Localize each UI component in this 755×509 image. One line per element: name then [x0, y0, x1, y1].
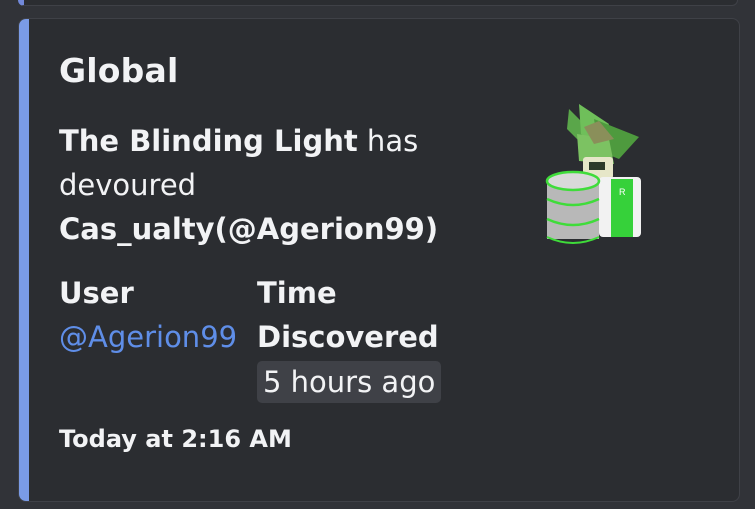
svg-text:R: R — [619, 187, 626, 197]
embed-footer-timestamp: Today at 2:16 AM — [59, 425, 292, 453]
desc-has: has — [357, 124, 419, 158]
field-time-name: Time — [257, 276, 337, 310]
embed-description: The Blinding Light has devoured Cas_ualt… — [59, 119, 479, 251]
embed-card: Global The Blinding Light has devoured C… — [18, 18, 740, 502]
relative-timestamp[interactable]: 5 hours ago — [257, 361, 442, 403]
avatar-icon[interactable]: R — [539, 99, 649, 249]
desc-devoured: devoured — [59, 168, 197, 202]
field-time-title: Discovered — [257, 320, 439, 354]
previous-embed-edge — [18, 0, 738, 6]
victim-name: Cas_ualty(@Agerion99) — [59, 212, 439, 246]
user-mention-link[interactable]: @Agerion99 — [59, 315, 237, 359]
field-user-name: User — [59, 276, 134, 310]
field-user: User @Agerion99 — [59, 271, 237, 359]
actor-name: The Blinding Light — [59, 124, 358, 158]
embed-title: Global — [59, 51, 179, 90]
embed-accent-bar — [19, 19, 29, 501]
field-time: Time Discovered 5 hours ago — [257, 271, 442, 403]
